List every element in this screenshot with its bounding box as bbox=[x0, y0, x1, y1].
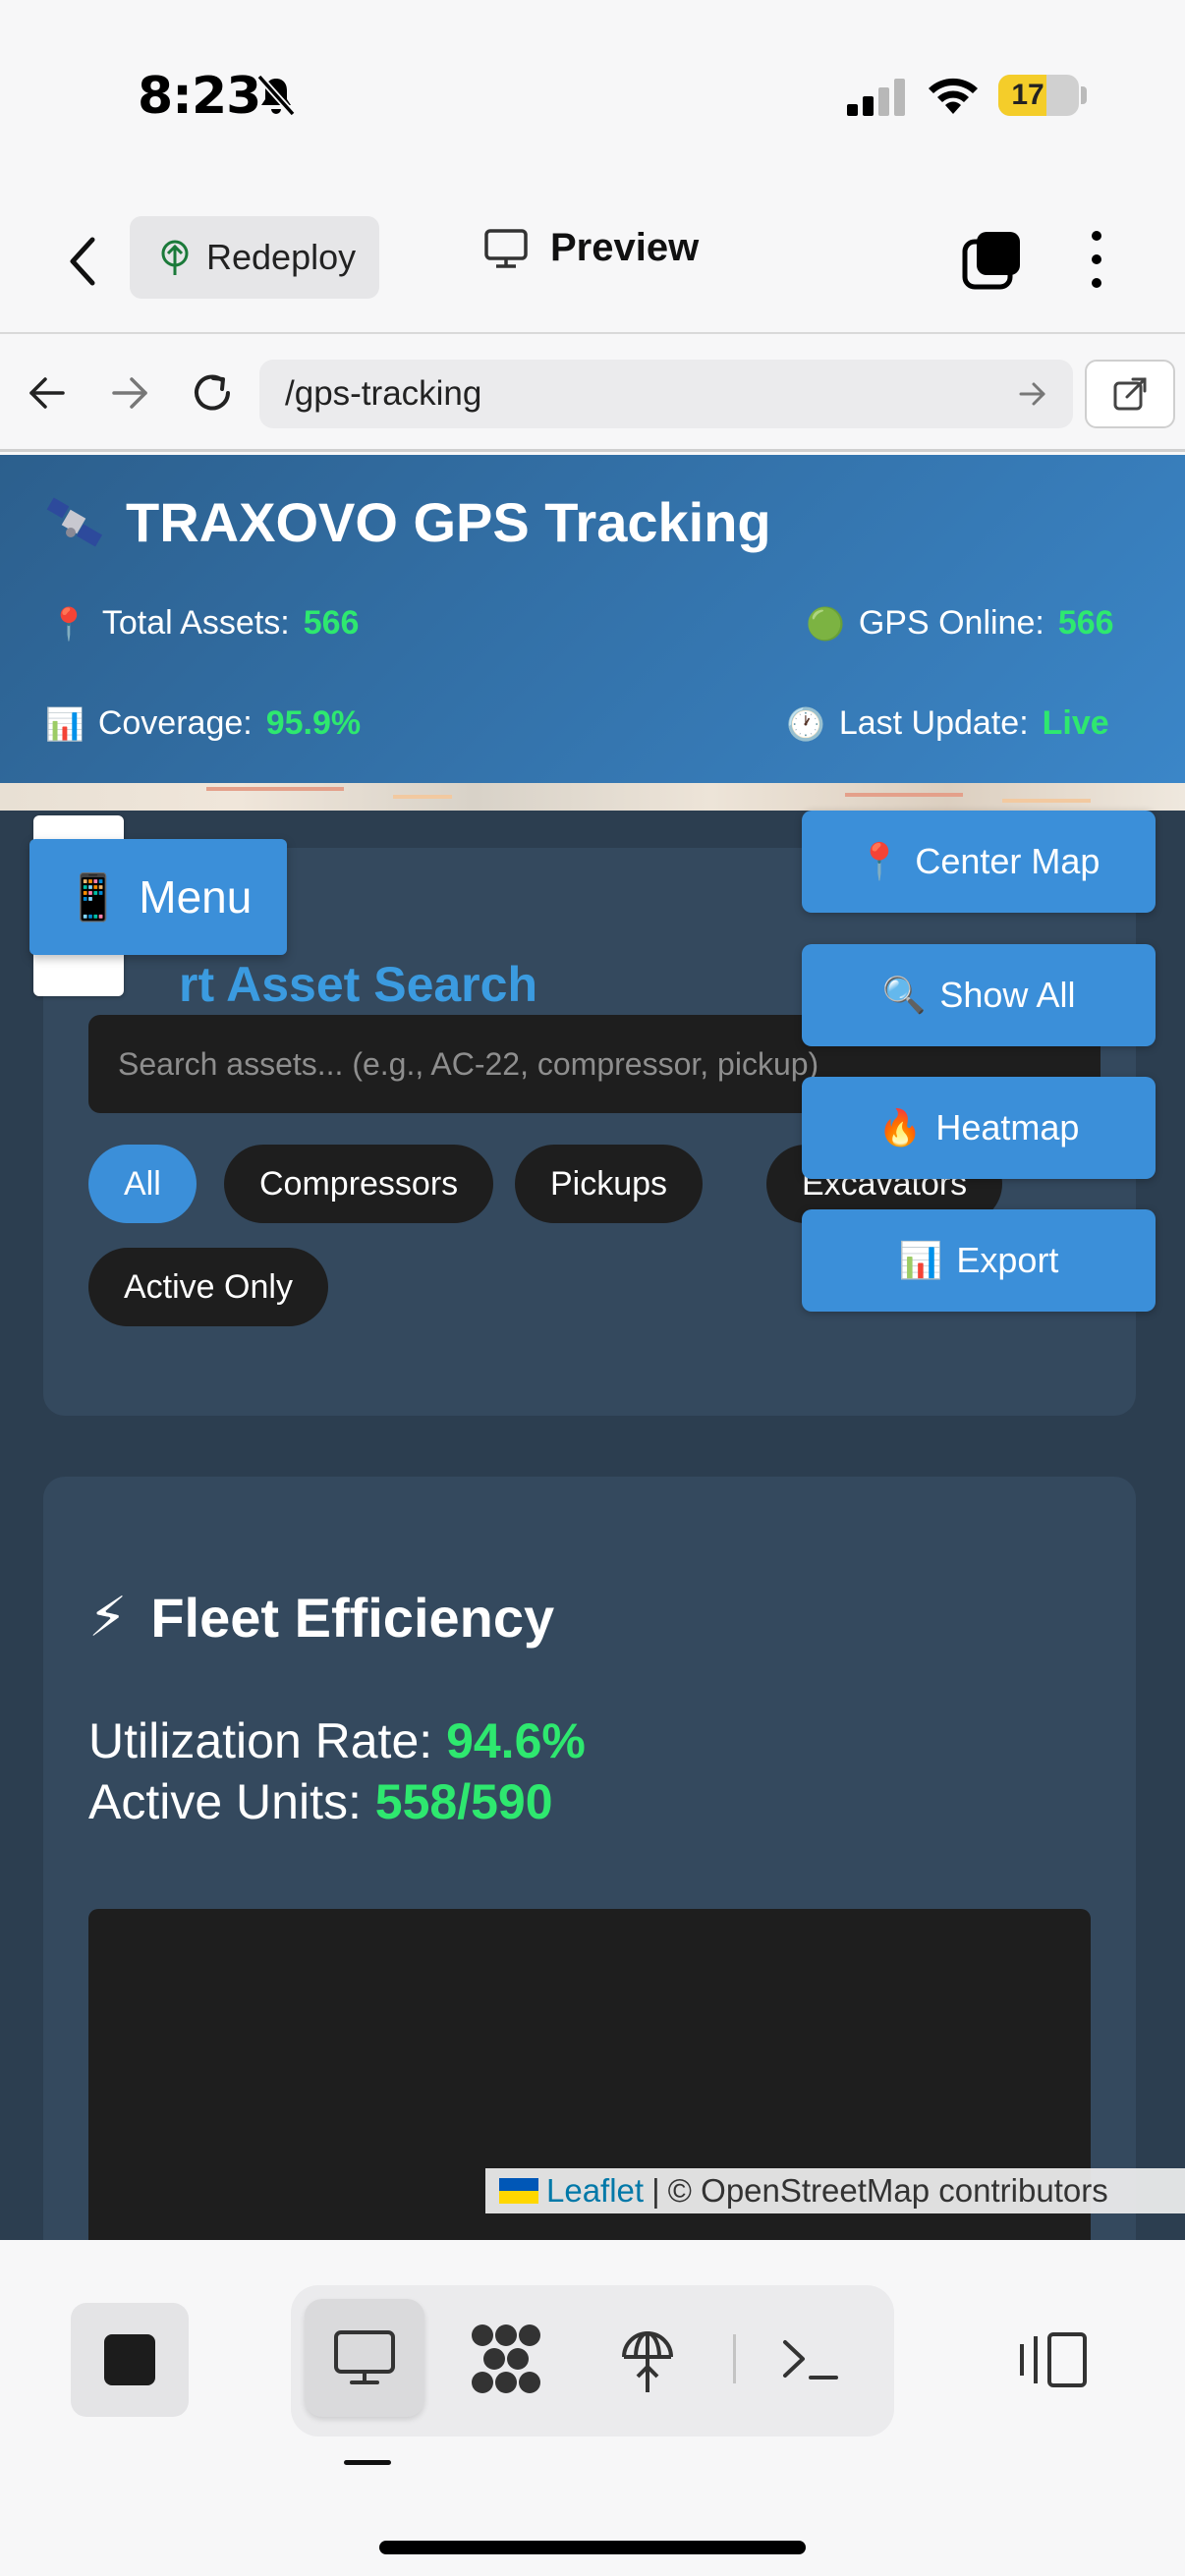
fleet-title-text: Fleet Efficiency bbox=[150, 1586, 555, 1649]
bar-chart-icon: 📊 bbox=[898, 1240, 943, 1280]
signal-icon bbox=[847, 79, 905, 116]
stop-button[interactable] bbox=[71, 2303, 189, 2417]
more-options-icon[interactable] bbox=[1081, 228, 1112, 291]
external-link-icon bbox=[1113, 377, 1147, 411]
stat-gps-online: 🟢 GPS Online: 566 bbox=[806, 604, 1114, 643]
show-all-label: Show All bbox=[939, 975, 1076, 1015]
status-bar: 8:23 17 bbox=[0, 0, 1185, 187]
stat-label: Coverage: bbox=[97, 704, 253, 742]
magnifier-icon: 🔍 bbox=[881, 975, 927, 1015]
gps-tracking-page: TRAXOVO GPS Tracking 📍 Total Assets: 566… bbox=[0, 455, 1185, 2240]
heatmap-button[interactable]: 🔥 Heatmap bbox=[802, 1077, 1156, 1179]
toolbar-divider bbox=[733, 2334, 736, 2383]
pin-icon: 📍 bbox=[857, 841, 902, 881]
open-external-button[interactable] bbox=[1085, 360, 1175, 428]
filter-compressors[interactable]: Compressors bbox=[224, 1145, 494, 1223]
home-indicator[interactable] bbox=[379, 2541, 806, 2554]
page-title: TRAXOVO GPS Tracking bbox=[43, 490, 771, 554]
battery-level: 17 bbox=[1011, 79, 1044, 111]
stat-value: 566 bbox=[1057, 604, 1114, 642]
green-circle-icon: 🟢 bbox=[806, 605, 845, 642]
stat-coverage: 📊 Coverage: 95.9% bbox=[45, 704, 361, 743]
utilization-value: 94.6% bbox=[446, 1713, 586, 1768]
show-all-button[interactable]: 🔍 Show All bbox=[802, 944, 1156, 1046]
stat-value: 566 bbox=[303, 604, 360, 642]
deploy-icon bbox=[622, 2331, 673, 2392]
bell-slash-icon bbox=[256, 74, 296, 117]
split-view-icon[interactable] bbox=[1016, 2330, 1089, 2389]
active-tab-indicator bbox=[344, 2460, 391, 2465]
menu-label: Menu bbox=[139, 871, 253, 923]
stat-label: Last Update: bbox=[838, 704, 1029, 742]
menu-button[interactable]: 📱 Menu bbox=[29, 839, 287, 955]
nodes-icon bbox=[472, 2324, 540, 2393]
battery-indicator: 17 bbox=[998, 75, 1079, 116]
stat-value: Live bbox=[1042, 704, 1109, 742]
browser-url-bar: /gps-tracking bbox=[0, 334, 1185, 452]
tabs-switcher-icon[interactable] bbox=[961, 228, 1024, 291]
shell-button[interactable] bbox=[766, 2315, 855, 2403]
fire-icon: 🔥 bbox=[877, 1107, 923, 1148]
app-toolbar: Redeploy Preview bbox=[0, 187, 1185, 334]
redeploy-label: Redeploy bbox=[206, 237, 357, 277]
utilization-rate: Utilization Rate: 94.6% bbox=[88, 1712, 586, 1769]
bar-chart-icon: 📊 bbox=[45, 705, 85, 742]
map-tiles[interactable] bbox=[0, 783, 1185, 811]
go-arrow-icon[interactable] bbox=[1018, 379, 1047, 409]
wifi-icon bbox=[929, 78, 978, 114]
stop-icon bbox=[104, 2334, 155, 2385]
view-switcher bbox=[291, 2285, 894, 2436]
filter-pickups[interactable]: Pickups bbox=[515, 1145, 704, 1223]
filter-active-only[interactable]: Active Only bbox=[88, 1248, 328, 1326]
leaflet-link[interactable]: Leaflet bbox=[546, 2172, 644, 2210]
search-title: rt Asset Search bbox=[179, 957, 537, 1012]
redeploy-icon bbox=[161, 240, 189, 275]
osm-attribution[interactable]: © OpenStreetMap contributors bbox=[668, 2172, 1108, 2210]
filter-all[interactable]: All bbox=[88, 1145, 197, 1223]
bottom-toolbar bbox=[0, 2240, 1185, 2576]
export-label: Export bbox=[956, 1240, 1059, 1280]
map-attribution: Leaflet | © OpenStreetMap contributors bbox=[485, 2168, 1185, 2213]
redeploy-button[interactable]: Redeploy bbox=[130, 216, 379, 299]
desktop-view-button[interactable] bbox=[305, 2299, 424, 2417]
status-time: 8:23 bbox=[138, 67, 261, 126]
stat-label: Total Assets: bbox=[101, 604, 290, 642]
terminal-icon bbox=[783, 2340, 838, 2380]
satellite-icon bbox=[46, 496, 103, 547]
stat-total-assets: 📍 Total Assets: 566 bbox=[49, 604, 359, 643]
center-map-label: Center Map bbox=[915, 841, 1100, 881]
active-units: Active Units: 558/590 bbox=[88, 1773, 553, 1830]
preview-label: Preview bbox=[550, 226, 700, 269]
utilization-label: Utilization Rate: bbox=[88, 1713, 433, 1768]
back-chevron-icon[interactable] bbox=[61, 232, 104, 291]
page-title-text: TRAXOVO GPS Tracking bbox=[126, 491, 771, 553]
export-button[interactable]: 📊 Export bbox=[802, 1209, 1156, 1312]
stat-last-update: 🕐 Last Update: Live bbox=[786, 704, 1109, 743]
arrow-right-icon[interactable] bbox=[108, 371, 151, 415]
gps-header: TRAXOVO GPS Tracking 📍 Total Assets: 566… bbox=[0, 455, 1185, 783]
active-units-label: Active Units: bbox=[88, 1774, 362, 1829]
preview-tab[interactable]: Preview bbox=[483, 226, 699, 270]
workflows-button[interactable] bbox=[462, 2315, 550, 2403]
reload-icon[interactable] bbox=[189, 369, 236, 417]
monitor-icon bbox=[484, 228, 528, 268]
monitor-icon bbox=[334, 2330, 395, 2384]
stat-label: GPS Online: bbox=[858, 604, 1044, 642]
fleet-title: ⚡ Fleet Efficiency bbox=[88, 1585, 554, 1650]
phone-icon: 📱 bbox=[65, 870, 122, 923]
lightning-icon: ⚡ bbox=[88, 1586, 128, 1648]
fleet-efficiency-card: ⚡ Fleet Efficiency Utilization Rate: 94.… bbox=[43, 1477, 1136, 2240]
center-map-button[interactable]: 📍 Center Map bbox=[802, 811, 1156, 913]
arrow-left-icon[interactable] bbox=[26, 371, 69, 415]
stat-value: 95.9% bbox=[265, 704, 362, 742]
ukraine-flag-icon bbox=[499, 2178, 538, 2204]
active-units-value: 558/590 bbox=[374, 1774, 553, 1829]
clock-icon: 🕐 bbox=[786, 705, 825, 742]
pin-icon: 📍 bbox=[49, 605, 88, 642]
url-field[interactable]: /gps-tracking bbox=[259, 360, 1073, 428]
attribution-separator: | bbox=[651, 2172, 660, 2209]
heatmap-label: Heatmap bbox=[935, 1107, 1080, 1148]
deploy-button[interactable] bbox=[603, 2315, 692, 2403]
